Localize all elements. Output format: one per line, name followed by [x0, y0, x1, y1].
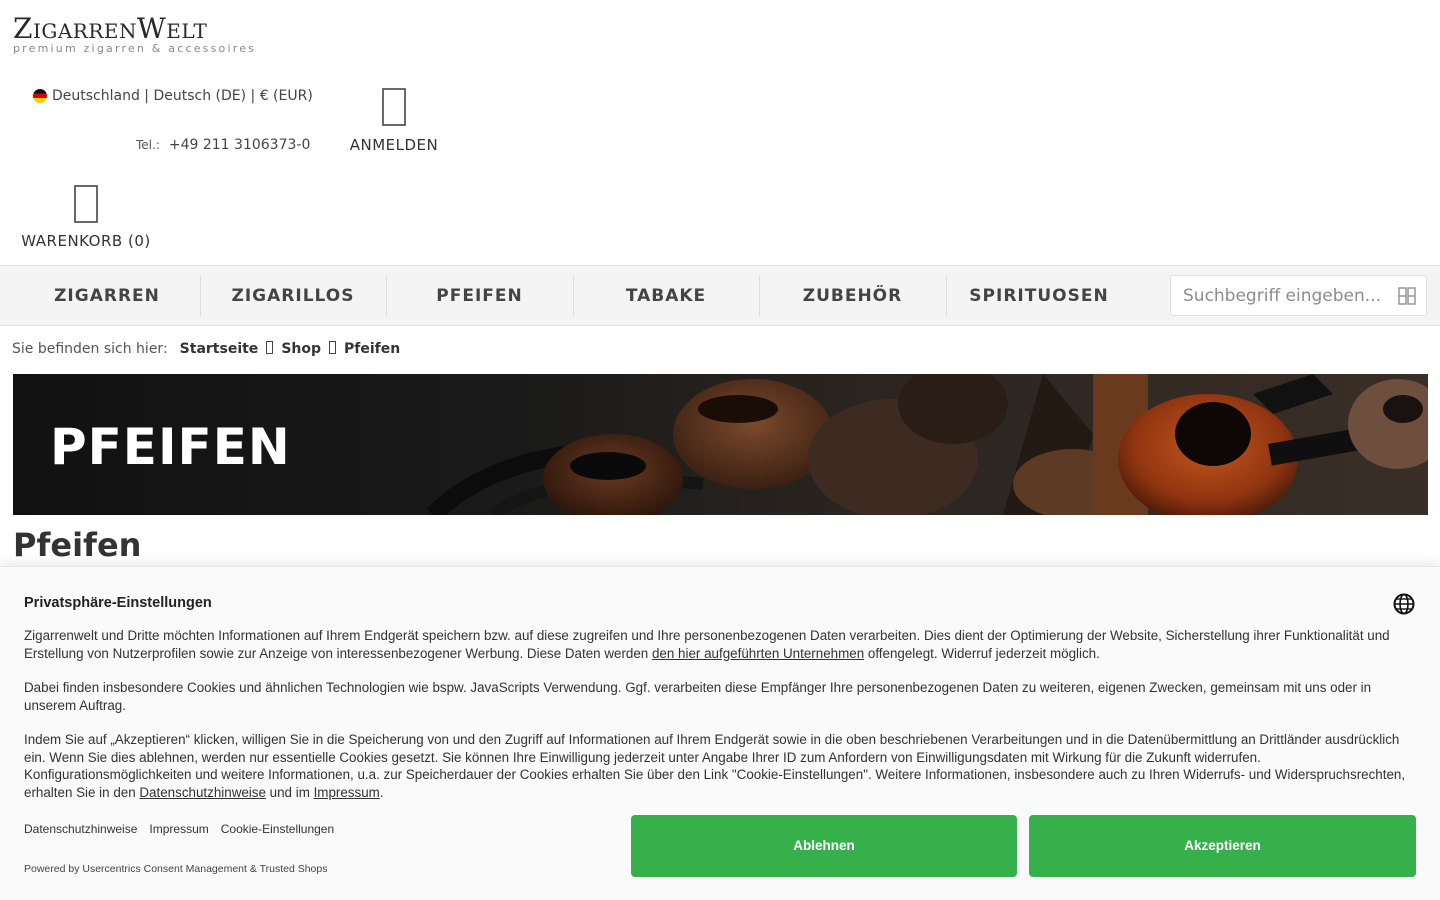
locale-selector[interactable]: Deutschland | Deutsch (DE) | € (EUR): [33, 88, 313, 104]
phone-number[interactable]: +49 211 3106373-0: [169, 137, 310, 153]
chevron-right-icon: [329, 341, 337, 357]
search-input[interactable]: [1171, 276, 1391, 315]
consent-text-part: und im: [265, 784, 314, 800]
search-box: [1170, 275, 1427, 316]
privacy-link[interactable]: Datenschutzhinweise: [139, 785, 266, 800]
cart-label: WARENKORB (0): [21, 232, 151, 250]
cart-button[interactable]: WARENKORB (0): [18, 182, 154, 250]
nav-item-tabake[interactable]: TABAKE: [573, 276, 759, 316]
nav-item-zigarren[interactable]: ZIGARREN: [14, 276, 200, 316]
powered-by-text: Powered by Usercentrics Consent Manageme…: [24, 863, 328, 875]
consent-footer-links: Datenschutzhinweise Impressum Cookie-Ein…: [24, 822, 334, 836]
logo-tagline: premium zigarren & accessoires: [13, 42, 257, 55]
chevron-right-icon: [266, 341, 274, 357]
login-label: ANMELDEN: [349, 136, 439, 154]
nav-item-zigarillos[interactable]: ZIGARILLOS: [200, 276, 386, 316]
search-icon[interactable]: [1398, 287, 1416, 305]
user-icon: [348, 84, 440, 130]
accept-button[interactable]: Akzeptieren: [1029, 815, 1416, 877]
locale-label: Deutschland | Deutsch (DE) | € (EUR): [52, 88, 313, 104]
site-logo[interactable]: ZigarrenWelt premium zigarren & accessoi…: [13, 12, 257, 56]
nav-item-pfeifen[interactable]: PFEIFEN: [386, 276, 573, 316]
imprint-link[interactable]: Impressum: [314, 785, 380, 800]
logo-title: ZigarrenWelt: [13, 12, 208, 45]
decline-button[interactable]: Ablehnen: [631, 815, 1017, 877]
consent-text-part: .: [379, 784, 384, 800]
consent-paragraph: Dabei finden insbesondere Cookies und äh…: [24, 680, 1372, 713]
breadcrumb-shop[interactable]: Shop: [281, 341, 321, 357]
banner-title: PFEIFEN: [50, 418, 291, 476]
germany-flag-icon: [33, 89, 47, 103]
language-globe-icon[interactable]: [1393, 593, 1415, 615]
breadcrumb-home[interactable]: Startseite: [180, 341, 259, 357]
footer-imprint-link[interactable]: Impressum: [149, 822, 208, 836]
breadcrumb-prefix: Sie befinden sich hier:: [12, 341, 168, 357]
page-title: Pfeifen: [13, 526, 142, 564]
consent-title: Privatsphäre-Einstellungen: [24, 595, 212, 611]
partners-link[interactable]: den hier aufgeführten Unternehmen: [652, 646, 864, 661]
consent-paragraph: Zigarrenwelt und Dritte möchten Informat…: [24, 627, 1416, 662]
phone-label: Tel.:: [136, 138, 160, 152]
consent-text: Zigarrenwelt und Dritte möchten Informat…: [24, 627, 1416, 818]
consent-text-part: offengelegt. Widerruf jederzeit möglich.: [864, 645, 1100, 661]
nav-item-spirituosen[interactable]: SPIRITUOSEN: [946, 276, 1132, 316]
cookie-consent-dialog: Privatsphäre-Einstellungen Zigarrenwelt …: [0, 566, 1440, 900]
consent-paragraph: Indem Sie auf „Akzeptieren“ klicken, wil…: [24, 731, 1416, 801]
cookie-settings-link[interactable]: Cookie-Einstellungen: [221, 822, 334, 836]
category-banner: PFEIFEN: [13, 374, 1428, 515]
login-button[interactable]: ANMELDEN: [348, 84, 440, 154]
main-navigation: ZIGARREN ZIGARILLOS PFEIFEN TABAKE ZUBEH…: [0, 265, 1440, 326]
phone-contact: Tel.: +49 211 3106373-0: [136, 137, 310, 153]
breadcrumb-current: Pfeifen: [344, 341, 401, 357]
breadcrumb: Sie befinden sich hier: Startseite Shop …: [12, 341, 400, 357]
footer-privacy-link[interactable]: Datenschutzhinweise: [24, 822, 137, 836]
shopping-bag-icon: [18, 182, 154, 226]
nav-item-zubehoer[interactable]: ZUBEHÖR: [759, 276, 946, 316]
